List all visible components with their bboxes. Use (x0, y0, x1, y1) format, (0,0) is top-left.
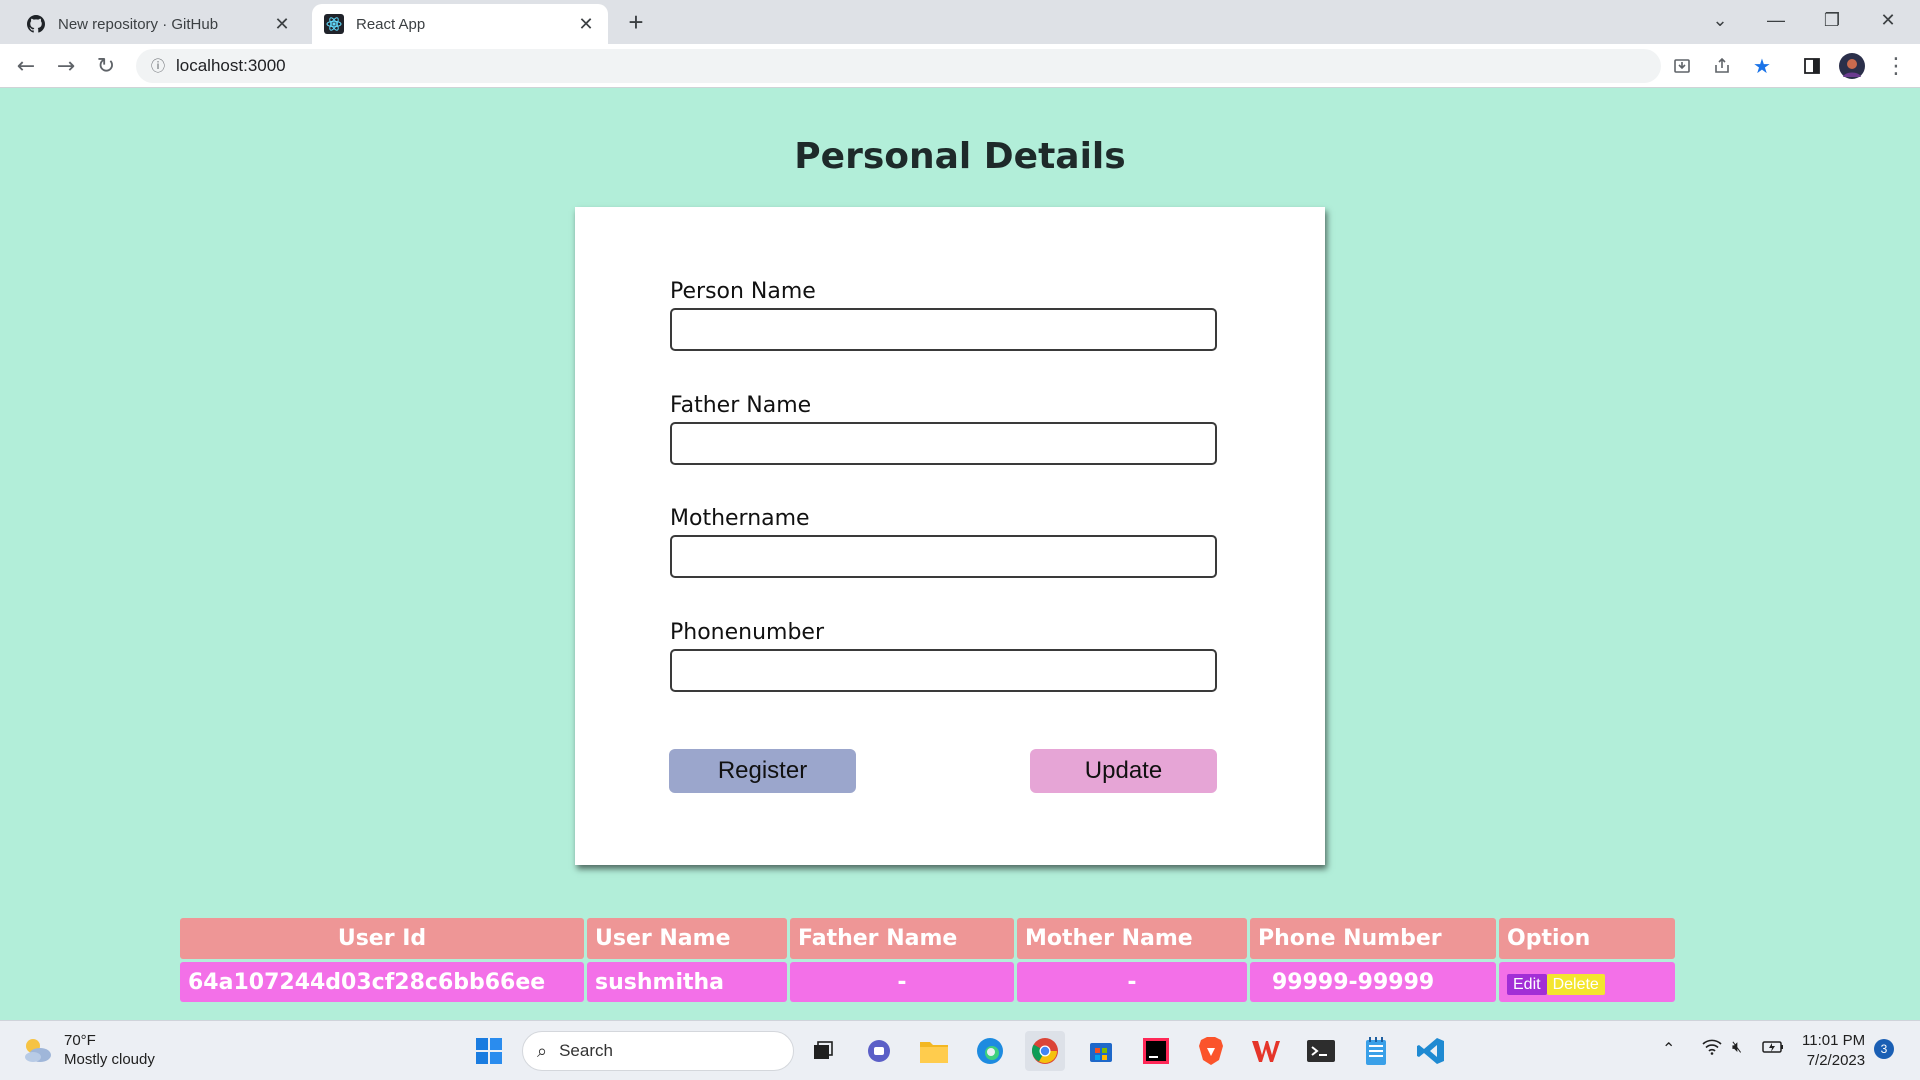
person-name-input[interactable] (670, 308, 1217, 351)
edge-icon[interactable] (970, 1031, 1010, 1071)
clock-time: 11:01 PM (1802, 1032, 1866, 1049)
cell-father-name: - (790, 962, 1014, 1002)
intellij-icon[interactable] (1136, 1031, 1176, 1071)
header-mother-name: Mother Name (1017, 918, 1247, 959)
tab-github[interactable]: New repository · GitHub ✕ (12, 4, 304, 44)
cell-phone-number: 99999-99999 (1250, 962, 1496, 1002)
taskbar-search[interactable]: ⌕ Search (522, 1031, 794, 1071)
update-button[interactable]: Update (1030, 749, 1217, 793)
header-user-name: User Name (587, 918, 787, 959)
profile-avatar[interactable] (1836, 50, 1868, 82)
mother-name-input[interactable] (670, 535, 1217, 578)
phone-number-input[interactable] (670, 649, 1217, 692)
address-url: localhost:3000 (176, 56, 286, 75)
show-hidden-icons[interactable]: ⌃ (1662, 1039, 1675, 1059)
chrome-icon[interactable] (1025, 1031, 1065, 1071)
taskbar: 70°F Mostly cloudy ⌕ Search ⌃ 🔇︎ 11:01 P… (0, 1020, 1920, 1080)
react-icon (324, 14, 344, 34)
close-window-button[interactable]: ✕ (1860, 0, 1916, 40)
father-name-label: Father Name (670, 393, 812, 418)
clock-date: 7/2/2023 (1806, 1052, 1866, 1069)
phone-number-label: Phonenumber (670, 620, 825, 645)
weather-temperature: 70°F (64, 1032, 96, 1049)
search-label: Search (559, 1041, 613, 1060)
close-icon[interactable]: ✕ (572, 10, 600, 38)
edit-button[interactable]: Edit (1507, 973, 1547, 995)
tab-title: React App (356, 15, 426, 33)
users-table: User Id User Name Father Name Mother Nam… (177, 915, 1678, 1005)
volume-muted-icon[interactable]: 🔇︎ (1732, 1039, 1742, 1057)
bookmark-star-icon[interactable]: ★ (1746, 50, 1778, 82)
restore-button[interactable]: ❐ (1804, 0, 1860, 40)
battery-icon[interactable] (1762, 1039, 1784, 1060)
cell-options: Edit Delete (1499, 962, 1675, 1002)
header-phone-number: Phone Number (1250, 918, 1496, 959)
notification-badge[interactable]: 3 (1874, 1039, 1894, 1059)
back-icon[interactable]: ← (10, 50, 42, 82)
chat-icon[interactable] (859, 1031, 899, 1071)
tab-title: New repository · GitHub (58, 15, 219, 33)
cloudy-weather-icon (20, 1033, 54, 1067)
header-father-name: Father Name (790, 918, 1014, 959)
father-name-input[interactable] (670, 422, 1217, 465)
minimize-button[interactable]: — (1748, 0, 1804, 40)
tab-search-icon[interactable]: ⌄ (1692, 0, 1748, 40)
task-view-icon[interactable] (803, 1031, 843, 1071)
address-bar[interactable]: ⓘ localhost:3000 (136, 49, 1661, 83)
weather-widget[interactable]: 70°F Mostly cloudy (20, 1031, 155, 1069)
table-row: 64a107244d03cf28c6bb66ee sushmitha - - 9… (180, 962, 1675, 1002)
reload-icon[interactable]: ↻ (90, 50, 122, 82)
browser-toolbar: ← → ↻ ⓘ localhost:3000 ★ ⋮ (0, 44, 1920, 88)
file-explorer-icon[interactable] (914, 1031, 954, 1071)
forward-icon[interactable]: → (50, 50, 82, 82)
page-title: Personal Details (794, 136, 1126, 177)
new-tab-button[interactable]: + (620, 6, 652, 38)
wps-office-icon[interactable] (1246, 1031, 1286, 1071)
info-icon[interactable]: ⓘ (140, 56, 176, 76)
store-icon[interactable] (1081, 1031, 1121, 1071)
system-clock[interactable]: 11:01 PM 7/2/2023 (1802, 1031, 1865, 1071)
cell-user-name: sushmitha (587, 962, 787, 1002)
person-name-label: Person Name (670, 279, 816, 304)
notepad-icon[interactable] (1356, 1031, 1396, 1071)
menu-icon[interactable]: ⋮ (1880, 50, 1912, 82)
vscode-icon[interactable] (1411, 1031, 1451, 1071)
terminal-icon[interactable] (1301, 1031, 1341, 1071)
start-icon[interactable] (469, 1031, 509, 1071)
search-icon: ⌕ (537, 1040, 548, 1061)
tab-react-app[interactable]: React App ✕ (312, 4, 608, 44)
browser-tabstrip: New repository · GitHub ✕ React App ✕ + … (0, 0, 1920, 44)
cell-mother-name: - (1017, 962, 1247, 1002)
header-option: Option (1499, 918, 1675, 959)
weather-description: Mostly cloudy (64, 1051, 155, 1068)
brave-icon[interactable] (1191, 1031, 1231, 1071)
table-header-row: User Id User Name Father Name Mother Nam… (180, 918, 1675, 959)
delete-button[interactable]: Delete (1546, 973, 1605, 995)
wifi-icon[interactable] (1702, 1039, 1722, 1060)
github-icon (26, 14, 46, 34)
side-panel-icon[interactable] (1796, 50, 1828, 82)
form-card: Person Name Father Name Mothername Phone… (575, 207, 1325, 865)
close-icon[interactable]: ✕ (268, 10, 296, 38)
header-user-id: User Id (180, 918, 584, 959)
cell-user-id: 64a107244d03cf28c6bb66ee (180, 962, 584, 1002)
mother-name-label: Mothername (670, 506, 810, 531)
register-button[interactable]: Register (669, 749, 856, 793)
share-icon[interactable] (1706, 50, 1738, 82)
install-app-icon[interactable] (1666, 50, 1698, 82)
